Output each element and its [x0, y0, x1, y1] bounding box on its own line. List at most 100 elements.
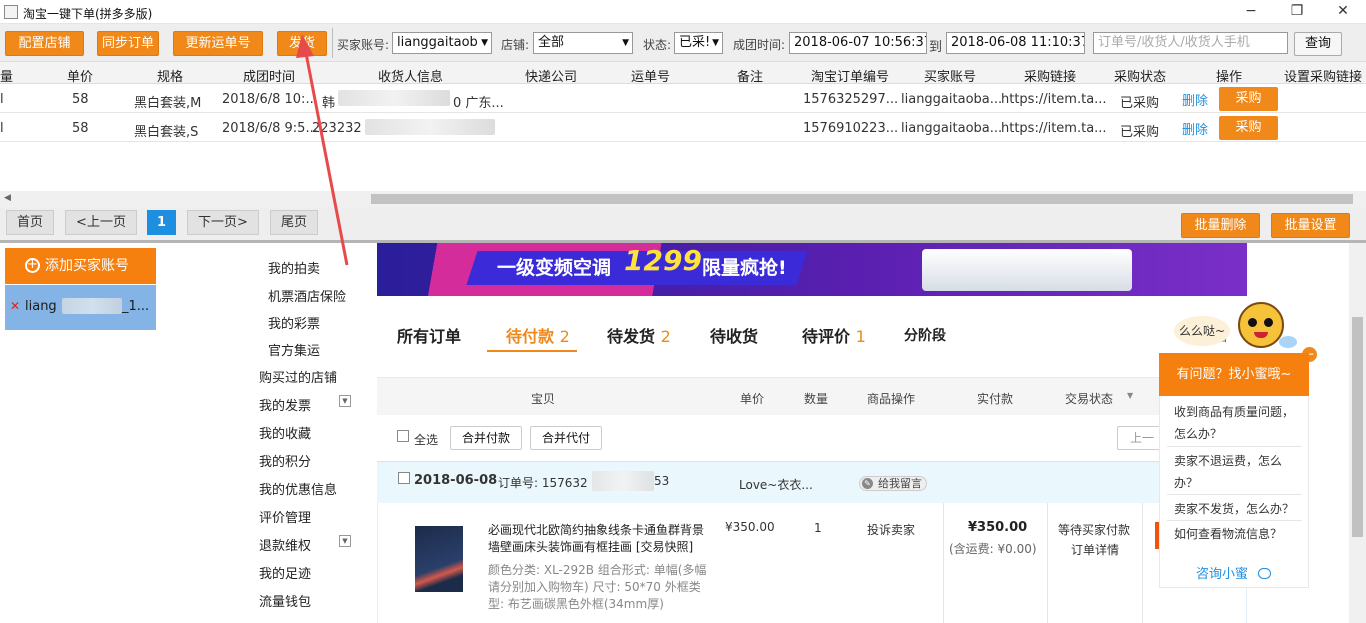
cell-qty: l: [0, 121, 4, 136]
order-shop[interactable]: Love~衣衣...: [739, 476, 813, 493]
promo-banner[interactable]: 一级变频空调 1299 限量疯抢!: [377, 243, 1247, 296]
order-checkbox[interactable]: [398, 472, 410, 484]
nav-ticket-insurance[interactable]: 机票酒店保险: [268, 286, 346, 305]
th-qty: 量: [0, 70, 14, 85]
lh-item: 宝贝: [531, 392, 556, 406]
close-button[interactable]: ✕: [1320, 0, 1366, 24]
faq-divider: [1167, 446, 1302, 447]
status-label: 状态:: [643, 38, 672, 52]
faq-logistics[interactable]: 如何查看物流信息？: [1174, 523, 1301, 545]
product-spec: 颜色分类: XL-292B 组合形式: 单幅(多幅请分别加入购物车) 尺寸: 5…: [488, 563, 707, 611]
update-tracking-button[interactable]: 更新运单号: [173, 31, 263, 56]
maximize-button[interactable]: ❐: [1274, 0, 1320, 24]
merge-proxy-button[interactable]: 合并代付: [530, 426, 602, 450]
complain-link[interactable]: 投诉卖家: [867, 521, 915, 538]
faq-divider: [1167, 520, 1302, 521]
bee-mascot-icon[interactable]: [1231, 296, 1297, 358]
buyer-select[interactable]: lianggaitaob ▼: [392, 32, 492, 54]
tab-all-orders[interactable]: 所有订单: [397, 323, 461, 347]
scroll-left-icon[interactable]: ◀: [4, 193, 11, 203]
shop-select[interactable]: 全部 ▼: [533, 32, 633, 54]
th-link: 采购链接: [1024, 70, 1077, 85]
table-row[interactable]: [0, 84, 1366, 113]
cell-buyer: lianggaitaoba...: [901, 92, 1003, 107]
chevron-down-icon[interactable]: ▼: [1127, 391, 1133, 400]
annotation-arrow: [296, 34, 349, 266]
next-page-button[interactable]: 下一页>: [187, 210, 259, 235]
consult-button[interactable]: 咨询小蜜: [1196, 563, 1272, 582]
leave-message-button[interactable]: ✎ 给我留言: [859, 476, 927, 491]
nav-footprints[interactable]: 我的足迹: [259, 563, 311, 582]
expand-icon[interactable]: ▼: [339, 535, 351, 547]
scrollbar-thumb[interactable]: [1352, 317, 1363, 537]
order-detail-link[interactable]: 订单详情: [1071, 541, 1119, 558]
banner-price: 1299: [624, 244, 702, 277]
time-to-input[interactable]: 2018-06-08 11:10:37: [946, 32, 1085, 54]
banner-text: 一级变频空调: [497, 257, 612, 279]
first-page-button[interactable]: 首页: [6, 210, 54, 235]
nav-consolidation[interactable]: 官方集运: [268, 340, 320, 359]
account-item[interactable]: ✕ liang _1...: [5, 285, 156, 330]
delete-link[interactable]: 删除: [1182, 90, 1208, 109]
nav-bought-shops[interactable]: 购买过的店铺: [259, 367, 337, 386]
config-shop-button[interactable]: 配置店铺: [5, 31, 84, 56]
consult-label: 咨询小蜜: [1196, 567, 1249, 582]
product-title[interactable]: 必画现代北欧简约抽象线条卡通鱼群背景墙壁画床头装饰画有框挂画 [交易快照]: [488, 522, 708, 556]
horizontal-scrollbar[interactable]: ◀: [0, 191, 1366, 207]
table-row[interactable]: [0, 113, 1366, 142]
nav-refunds[interactable]: 退款维权: [259, 535, 311, 554]
cell-tb-order: 1576325297...: [803, 92, 899, 107]
tab-unpaid-count: 2: [559, 327, 570, 346]
tab-unreceived[interactable]: 待收货: [710, 323, 758, 347]
th-remark: 备注: [737, 70, 764, 85]
lh-status[interactable]: 交易状态: [1065, 390, 1113, 407]
faq-refund-shipping[interactable]: 卖家不退运费，怎么办？: [1174, 450, 1301, 494]
search-input[interactable]: 订单号/收货人/收货人手机: [1093, 32, 1288, 54]
nav-favorites[interactable]: 我的收藏: [259, 423, 311, 442]
chat-icon: [1258, 568, 1272, 579]
nav-coupons[interactable]: 我的优惠信息: [259, 479, 337, 498]
faq-quality[interactable]: 收到商品有质量问题，怎么办？: [1174, 401, 1301, 445]
purchase-button[interactable]: 采购: [1219, 116, 1278, 140]
time-from-input[interactable]: 2018-06-07 10:56:37: [789, 32, 927, 54]
th-price: 单价: [67, 70, 94, 85]
cell-link[interactable]: https://item.ta...: [1001, 121, 1107, 136]
status-select[interactable]: 已采! ▼: [674, 32, 723, 54]
add-buyer-button[interactable]: + 添加买家账号: [5, 248, 156, 284]
batch-delete-button[interactable]: 批量删除: [1181, 213, 1260, 238]
remove-icon[interactable]: ✕: [10, 299, 20, 313]
delete-link[interactable]: 删除: [1182, 119, 1208, 138]
tab-stage[interactable]: 分阶段: [904, 325, 946, 345]
faq-no-shipping[interactable]: 卖家不发货，怎么办？: [1174, 498, 1301, 520]
select-all-label: 全选: [414, 433, 439, 447]
minimize-button[interactable]: −: [1228, 0, 1274, 24]
vertical-scrollbar[interactable]: [1349, 243, 1366, 623]
sync-orders-button[interactable]: 同步订单: [97, 31, 159, 56]
prev-page-button[interactable]: <上一页: [65, 210, 137, 235]
list-prev-button[interactable]: 上一页: [1117, 426, 1161, 450]
tab-unreviewed[interactable]: 待评价 1: [802, 323, 866, 347]
nav-reviews[interactable]: 评价管理: [259, 507, 311, 526]
tab-unshipped[interactable]: 待发货 2: [607, 323, 671, 347]
cell-price: 58: [72, 92, 89, 107]
batch-set-button[interactable]: 批量设置: [1271, 213, 1350, 238]
th-status: 采购状态: [1114, 70, 1167, 85]
search-button[interactable]: 查询: [1294, 32, 1342, 56]
expand-icon[interactable]: ▼: [339, 395, 351, 407]
lh-unit-price: 单价: [740, 392, 765, 406]
tab-unpaid[interactable]: 待付款 2: [506, 323, 570, 347]
nav-data-wallet[interactable]: 流量钱包: [259, 591, 311, 610]
merge-pay-button[interactable]: 合并付款: [450, 426, 522, 450]
th-receiver: 收货人信息: [378, 70, 444, 85]
tab-unreviewed-count: 1: [855, 327, 866, 346]
nav-lottery[interactable]: 我的彩票: [268, 313, 320, 332]
purchase-button[interactable]: 采购: [1219, 87, 1278, 111]
nav-invoice[interactable]: 我的发票: [259, 395, 311, 414]
cell-link[interactable]: https://item.ta...: [1001, 92, 1107, 107]
product-thumbnail[interactable]: [415, 526, 463, 592]
scrollbar-thumb[interactable]: [371, 194, 1353, 204]
current-page[interactable]: 1: [147, 210, 176, 235]
th-tracking: 运单号: [631, 70, 671, 85]
nav-points[interactable]: 我的积分: [259, 451, 311, 470]
select-all-checkbox[interactable]: [397, 430, 409, 442]
